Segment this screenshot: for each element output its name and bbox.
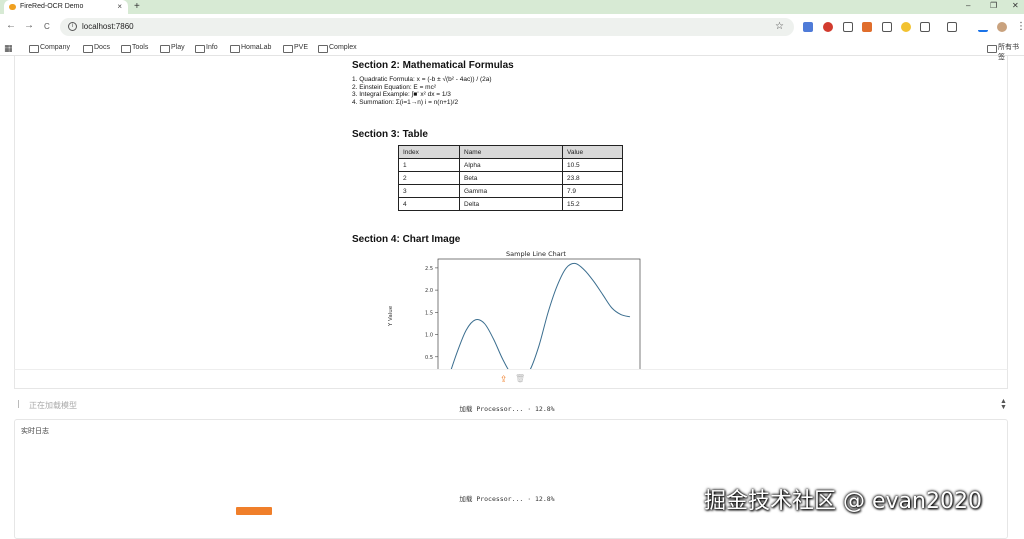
bookmarks-bar: ▦ Company Docs Tools Play Info HomaLab P… (0, 40, 1024, 61)
tab-close-icon[interactable]: × (117, 0, 122, 14)
y-tick-label: 2.5 (425, 266, 433, 272)
table-cell: Delta (459, 197, 563, 211)
formula-item: 3. Integral Example: ∫■' x² dx = 1/3 (352, 91, 451, 98)
close-window-icon[interactable]: ✕ (1012, 1, 1019, 10)
y-axis-label: Y Value (388, 305, 394, 327)
log-label: 实时日志 (21, 428, 49, 435)
delete-icon[interactable]: 🗑 (515, 374, 525, 384)
realtime-log-panel: 实时日志 加载 Processor... · 12.8% (14, 419, 1008, 539)
data-table: Index Name Value 1 Alpha 10.5 2 Beta 23.… (398, 145, 623, 211)
section4-heading: Section 4: Chart Image (352, 234, 461, 245)
formula-list: 1. Quadratic Formula: x = (-b ± √(b² - 4… (352, 76, 492, 106)
extension-lemon-icon[interactable] (901, 22, 911, 32)
y-ticks: 2.52.01.51.00.50.0 (425, 266, 438, 361)
table-cell: Beta (459, 171, 563, 185)
progress-status-text: 加载 Processor... · 12.8% (459, 405, 555, 413)
table-header-cell: Index (398, 145, 460, 159)
y-tick-label: 1.0 (425, 333, 433, 339)
extension-notes-icon[interactable] (882, 22, 892, 32)
section3-heading: Section 3: Table (352, 129, 428, 140)
bookmark-play[interactable]: Play (160, 43, 185, 53)
url-text[interactable]: localhost:7860 (82, 18, 134, 36)
table-cell: 1 (398, 158, 460, 172)
table-header-row: Index Name Value (398, 145, 623, 159)
share-icon[interactable]: ⇪ (500, 374, 508, 384)
extensions-puzzle-icon[interactable] (920, 22, 930, 32)
table-cell: 23.8 (562, 171, 623, 185)
profile-avatar[interactable] (997, 22, 1007, 32)
document-preview[interactable]: Section 2: Mathematical Formulas 1. Quad… (14, 56, 1008, 369)
table-row: 3 Gamma 7.9 (398, 184, 623, 198)
back-icon[interactable]: ← (6, 20, 16, 32)
y-tick-label: 1.5 (425, 310, 433, 316)
bookmark-tools[interactable]: Tools (121, 43, 148, 53)
y-tick-label: 0.5 (425, 355, 433, 361)
progress-bar (236, 507, 776, 515)
formula-item: 2. Einstein Equation: E = mc² (352, 83, 437, 91)
section2-heading: Section 2: Mathematical Formulas (352, 60, 514, 71)
bookmark-info[interactable]: Info (195, 43, 218, 53)
table-header-cell: Value (562, 145, 623, 159)
table-cell: Gamma (459, 184, 563, 198)
restore-icon[interactable]: ❐ (990, 1, 997, 10)
chart-title: Sample Line Chart (506, 250, 566, 258)
y-tick-label: 2.0 (425, 288, 433, 294)
table-cell: 4 (398, 197, 460, 211)
formula-item: 1. Quadratic Formula: x = (-b ± √(b² - 4… (352, 76, 492, 83)
formula-item: 4. Summation: Σ(i=1→n) i = n(n+1)/2 (352, 98, 459, 106)
browser-tab[interactable]: FireRed-OCR Demo × (4, 0, 128, 14)
apps-grid-icon[interactable]: ▦ (4, 43, 13, 54)
browser-tab-strip: FireRed-OCR Demo × + – ❐ ✕ (0, 0, 1024, 14)
scroll-stepper[interactable]: ▲ ▼ (1000, 398, 1007, 411)
bookmark-star-icon[interactable]: ☆ (775, 21, 784, 32)
table-cell: 15.2 (562, 197, 623, 211)
output-toolbar: ⇪ 🗑 (14, 369, 1008, 389)
table-header-cell: Name (459, 145, 563, 159)
extension-opera-icon[interactable] (823, 22, 833, 32)
new-tab-button[interactable]: + (134, 0, 140, 13)
table-cell: 7.9 (562, 184, 623, 198)
table-row: 1 Alpha 10.5 (398, 158, 623, 172)
extension-reader-icon[interactable] (843, 22, 853, 32)
extension-metamask-icon[interactable] (862, 22, 872, 32)
line-chart: Sample Line Chart Y Value 2.5 2.0 1.5 1.0 0.… (382, 246, 642, 369)
extension-translate-icon[interactable] (803, 22, 813, 32)
forward-icon[interactable]: → (24, 20, 34, 32)
bookmark-company[interactable]: Company (29, 43, 70, 53)
stepper-down-icon[interactable]: ▼ (1000, 404, 1007, 411)
download-icon[interactable] (978, 22, 988, 32)
table-row: 4 Delta 15.2 (398, 197, 623, 211)
plot-frame (437, 258, 641, 369)
bookmark-docs[interactable]: Docs (83, 43, 110, 53)
minimize-icon[interactable]: – (966, 1, 970, 10)
watermark: 掘金技术社区 @ evan2020 (704, 489, 982, 514)
bookmark-pve[interactable]: PVE (283, 43, 308, 53)
table-cell: 2 (398, 171, 460, 185)
tab-title: FireRed-OCR Demo (20, 3, 84, 10)
bookmark-homalab[interactable]: HomaLab (230, 43, 271, 53)
bookmark-complex[interactable]: Complex (318, 43, 357, 53)
reload-icon[interactable]: C (44, 21, 50, 33)
table-cell: Alpha (459, 158, 563, 172)
browser-menu-icon[interactable]: ⋮ (1016, 21, 1024, 32)
table-cell: 3 (398, 184, 460, 198)
address-bar[interactable]: i localhost:7860 ☆ (60, 18, 794, 36)
site-info-icon[interactable]: i (68, 22, 77, 31)
line-chart-svg: Sample Line Chart Y Value 2.5 2.0 1.5 1.0 0.… (388, 250, 641, 369)
tab-favicon-icon (9, 4, 16, 10)
progress-bar-fill (236, 507, 272, 515)
series-line (450, 262, 631, 369)
table-cell: 10.5 (562, 158, 623, 172)
sidepanel-icon[interactable] (947, 22, 957, 32)
table-row: 2 Beta 23.8 (398, 171, 623, 185)
